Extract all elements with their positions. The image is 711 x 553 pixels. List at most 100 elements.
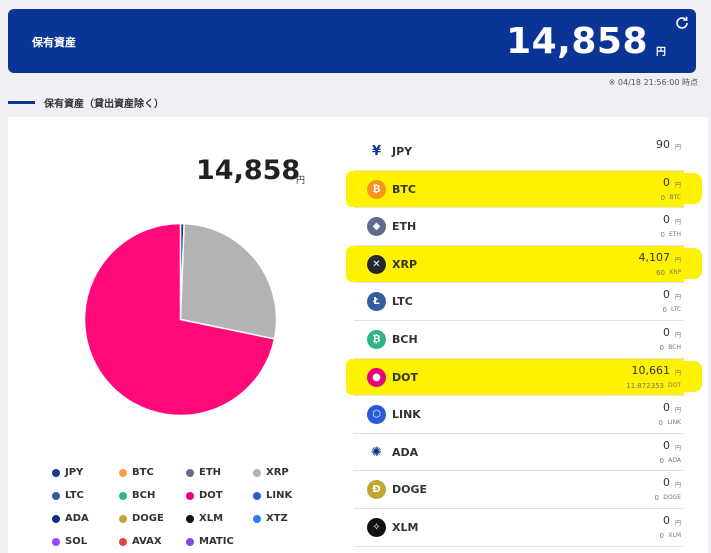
legend-item-xlm: XLM bbox=[186, 507, 253, 530]
asset-jpy-value: 0 bbox=[663, 325, 670, 339]
legend-item-matic: MATIC bbox=[186, 530, 253, 553]
legend-label: ETH bbox=[199, 467, 222, 478]
asset-jpy-unit: 円 bbox=[674, 407, 681, 415]
xlm-icon: ✧ bbox=[367, 517, 386, 537]
refresh-icon[interactable] bbox=[674, 15, 690, 31]
legend-label: ADA bbox=[65, 513, 89, 524]
asset-row-xrp[interactable]: ✕ XRP 4,107 円 60 XRP bbox=[346, 245, 702, 284]
asset-name: BTC bbox=[392, 182, 416, 196]
asset-jpy-unit: 円 bbox=[674, 519, 681, 527]
ltc-icon: Ł bbox=[367, 292, 386, 312]
asset-jpy-unit: 円 bbox=[674, 256, 681, 264]
asset-name: ETH bbox=[392, 220, 417, 234]
legend-label: MATIC bbox=[199, 536, 234, 547]
asset-amount-unit: ADA bbox=[668, 456, 681, 464]
legend-item-jpy: JPY bbox=[52, 461, 119, 484]
legend-item-ada: ADA bbox=[52, 507, 119, 530]
asset-name: XRP bbox=[392, 257, 418, 271]
asset-list: ¥ JPY 90 円 ₿ BTC 0 円 0 BTC ◆ ETH 0 円 0 ETH ✕ XRP 4,107 円 60 X… bbox=[346, 133, 702, 547]
asset-jpy-value: 0 bbox=[663, 401, 670, 415]
doge-icon: Ð bbox=[367, 480, 386, 500]
asset-row-doge[interactable]: Ð DOGE 0 円 0 DOGE bbox=[354, 471, 684, 509]
chart-legend: JPY BTC ETH XRP LTC BCH DOT LINK ADA DOGE XLM XTZ SO… bbox=[52, 461, 342, 553]
btc-icon: ₿ bbox=[367, 179, 386, 199]
asset-row-jpy[interactable]: ¥ JPY 90 円 bbox=[354, 133, 684, 171]
asset-row-ltc[interactable]: Ł LTC 0 円 0 LTC bbox=[354, 283, 684, 321]
asset-amount-unit: ETH bbox=[669, 231, 681, 239]
asset-jpy-value: 0 bbox=[663, 213, 670, 227]
banner-label: 保有資産 bbox=[32, 36, 76, 49]
asset-amount: 0 bbox=[659, 531, 664, 540]
asset-jpy-value: 0 bbox=[663, 438, 670, 452]
asset-row-link[interactable]: ⬡ LINK 0 円 0 LINK bbox=[354, 396, 684, 434]
asset-amount-unit: XRP bbox=[669, 268, 681, 276]
asset-amount-unit: LINK bbox=[667, 419, 681, 427]
legend-dot bbox=[119, 491, 127, 500]
asset-name: LTC bbox=[392, 295, 413, 309]
asset-amount-unit: BTC bbox=[669, 193, 681, 201]
legend-item-link: LINK bbox=[253, 484, 320, 507]
legend-dot bbox=[186, 468, 194, 477]
legend-item-eth: ETH bbox=[186, 461, 253, 484]
asset-name: DOT bbox=[392, 370, 418, 384]
legend-dot bbox=[186, 537, 194, 546]
asset-name: XLM bbox=[392, 520, 419, 534]
asset-row-ada[interactable]: ✺ ADA 0 円 0 ADA bbox=[354, 434, 684, 472]
asset-amount: 0 bbox=[662, 306, 667, 315]
legend-item-doge: DOGE bbox=[119, 507, 186, 530]
asset-jpy-value: 0 bbox=[663, 476, 670, 490]
legend-dot bbox=[119, 514, 127, 523]
asset-name: LINK bbox=[392, 408, 421, 422]
asset-amount: 0 bbox=[660, 231, 665, 240]
asset-jpy-value: 0 bbox=[663, 175, 670, 189]
xrp-icon: ✕ bbox=[367, 254, 386, 274]
eth-icon: ◆ bbox=[367, 217, 386, 237]
yen-icon: ¥ bbox=[367, 142, 386, 161]
asset-row-dot[interactable]: ● DOT 10,661 円 11.872353 DOT bbox=[346, 358, 702, 397]
legend-dot bbox=[253, 514, 261, 523]
legend-label: AVAX bbox=[132, 536, 162, 547]
asset-name: DOGE bbox=[392, 483, 428, 497]
legend-label: SOL bbox=[65, 536, 88, 547]
legend-label: LTC bbox=[65, 490, 84, 501]
legend-label: BCH bbox=[132, 490, 156, 501]
asset-jpy-unit: 円 bbox=[674, 294, 681, 302]
legend-item-bch: BCH bbox=[119, 484, 186, 507]
asset-row-btc[interactable]: ₿ BTC 0 円 0 BTC bbox=[346, 170, 702, 209]
asset-jpy-unit: 円 bbox=[674, 444, 681, 452]
asset-jpy-value: 90 bbox=[656, 138, 670, 151]
legend-label: DOT bbox=[199, 490, 223, 501]
legend-label: XLM bbox=[199, 513, 224, 524]
asset-row-eth[interactable]: ◆ ETH 0 円 0 ETH bbox=[354, 208, 684, 246]
asset-amount-unit: BCH bbox=[668, 343, 681, 351]
legend-dot bbox=[119, 468, 127, 477]
legend-dot bbox=[52, 468, 60, 477]
asset-jpy-unit: 円 bbox=[674, 369, 681, 377]
asset-jpy-value: 10,661 bbox=[631, 363, 671, 377]
asset-amount-unit: DOGE bbox=[663, 494, 681, 502]
asset-jpy-unit: 円 bbox=[674, 331, 681, 339]
legend-label: JPY bbox=[65, 467, 84, 478]
asset-pie-chart bbox=[83, 222, 278, 417]
legend-row: JPY BTC ETH XRP bbox=[52, 461, 342, 484]
section-title: 保有資産（貸出資産除く） bbox=[8, 95, 164, 110]
legend-dot bbox=[52, 491, 60, 500]
legend-dot bbox=[119, 537, 127, 546]
legend-item-sol: SOL bbox=[52, 530, 119, 553]
asset-row-bch[interactable]: ₿ BCH 0 円 0 BCH bbox=[354, 321, 684, 359]
asset-row-xlm[interactable]: ✧ XLM 0 円 0 XLM bbox=[354, 509, 684, 547]
asset-jpy-value: 4,107 bbox=[638, 250, 671, 264]
ada-icon: ✺ bbox=[367, 442, 386, 462]
legend-dot bbox=[253, 491, 261, 500]
legend-dot bbox=[186, 514, 194, 523]
pie-slice-xrp bbox=[179, 222, 278, 340]
legend-row: LTC BCH DOT LINK bbox=[52, 484, 342, 507]
legend-row: SOL AVAX MATIC bbox=[52, 530, 342, 553]
legend-item-avax: AVAX bbox=[119, 530, 186, 553]
asset-jpy-unit: 円 bbox=[674, 144, 681, 151]
legend-item-xtz: XTZ bbox=[253, 507, 320, 530]
asset-amount: 0 bbox=[658, 419, 663, 428]
section-title-text: 保有資産（貸出資産除く） bbox=[44, 98, 164, 110]
legend-dot bbox=[52, 514, 60, 523]
summary-total-unit: 円 bbox=[296, 176, 306, 186]
